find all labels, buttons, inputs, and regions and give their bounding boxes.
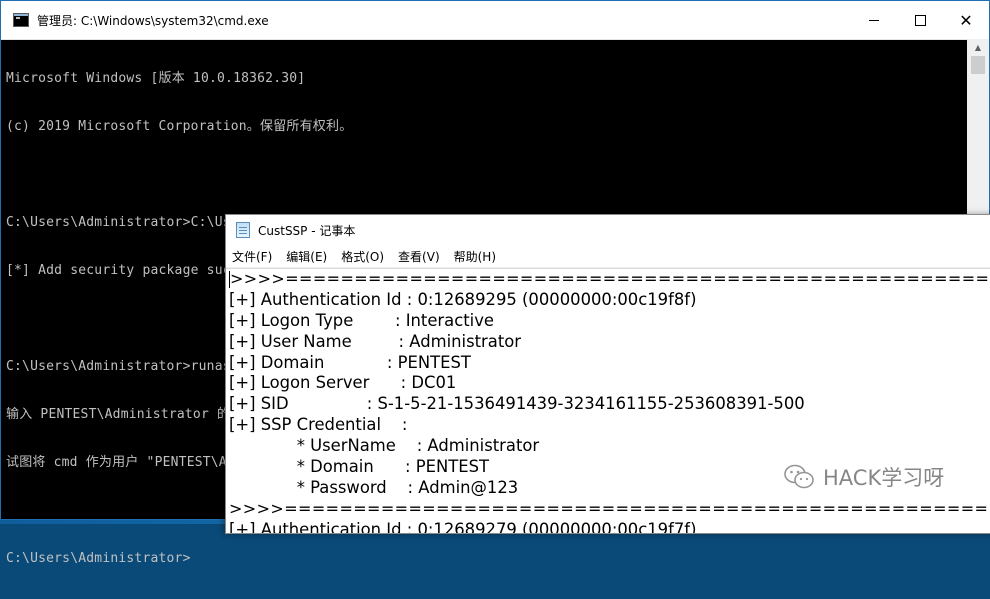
notepad-titlebar[interactable]: CustSSP - 记事本 [226,215,990,245]
minimize-icon [869,19,879,21]
cmd-scrollbar[interactable]: ▲ [967,39,989,215]
window-controls: ✕ [851,1,989,39]
log-line: [+] Domain : PENTEST [229,352,471,372]
menu-help[interactable]: 帮助(H) [454,248,496,265]
log-line: [+] Logon Type : Interactive [229,310,494,330]
console-line: Microsoft Windows [版本 10.0.18362.30] [6,71,306,86]
scroll-up-arrow-icon[interactable]: ▲ [967,39,989,55]
close-button[interactable]: ✕ [943,1,989,39]
cmd-app-icon [13,13,29,27]
console-prompt-line: C:\Users\Administrator> [6,551,191,566]
separator-line: >>>>====================================… [226,269,990,290]
notepad-app-icon [236,222,250,238]
menu-view[interactable]: 查看(V) [398,248,440,265]
menu-edit[interactable]: 编辑(E) [286,248,327,265]
notepad-text-area[interactable]: >>>>====================================… [226,268,990,533]
watermark: HACK学习呀 [783,462,944,492]
cmd-titlebar[interactable]: 管理员: C:\Windows\system32\cmd.exe ✕ [1,1,989,40]
notepad-menubar: 文件(F) 编辑(E) 格式(O) 查看(V) 帮助(H) [226,245,990,268]
menu-file[interactable]: 文件(F) [232,248,272,265]
notepad-window-title: CustSSP - 记事本 [258,223,356,238]
separator-line: >>>>====================================… [229,498,990,518]
wechat-logo-icon [784,464,814,489]
cmd-window-title: 管理员: C:\Windows\system32\cmd.exe [37,13,269,28]
minimize-button[interactable] [851,1,897,39]
log-line: * UserName : Administrator [229,436,540,456]
log-line: [+] SSP Credential : [229,415,408,435]
log-line: [+] Authentication Id : 0:12689295 (0000… [229,289,697,309]
log-line: [+] User Name : Administrator [229,331,522,351]
maximize-icon [914,14,926,26]
menu-format[interactable]: 格式(O) [341,248,384,265]
log-line: [+] Logon Server : DC01 [229,373,457,393]
watermark-text: HACK学习呀 [823,466,945,490]
log-line-partial: [+] Authentication Id : 0:12689279 (0000… [229,519,697,533]
scrollbar-thumb[interactable] [971,56,985,74]
maximize-button[interactable] [897,1,943,39]
separator-text: >>>>====================================… [230,269,990,288]
console-line: (c) 2019 Microsoft Corporation。保留所有权利。 [6,119,353,134]
log-line: [+] SID : S-1-5-21-1536491439-3234161155… [229,394,805,414]
close-icon: ✕ [959,10,973,30]
